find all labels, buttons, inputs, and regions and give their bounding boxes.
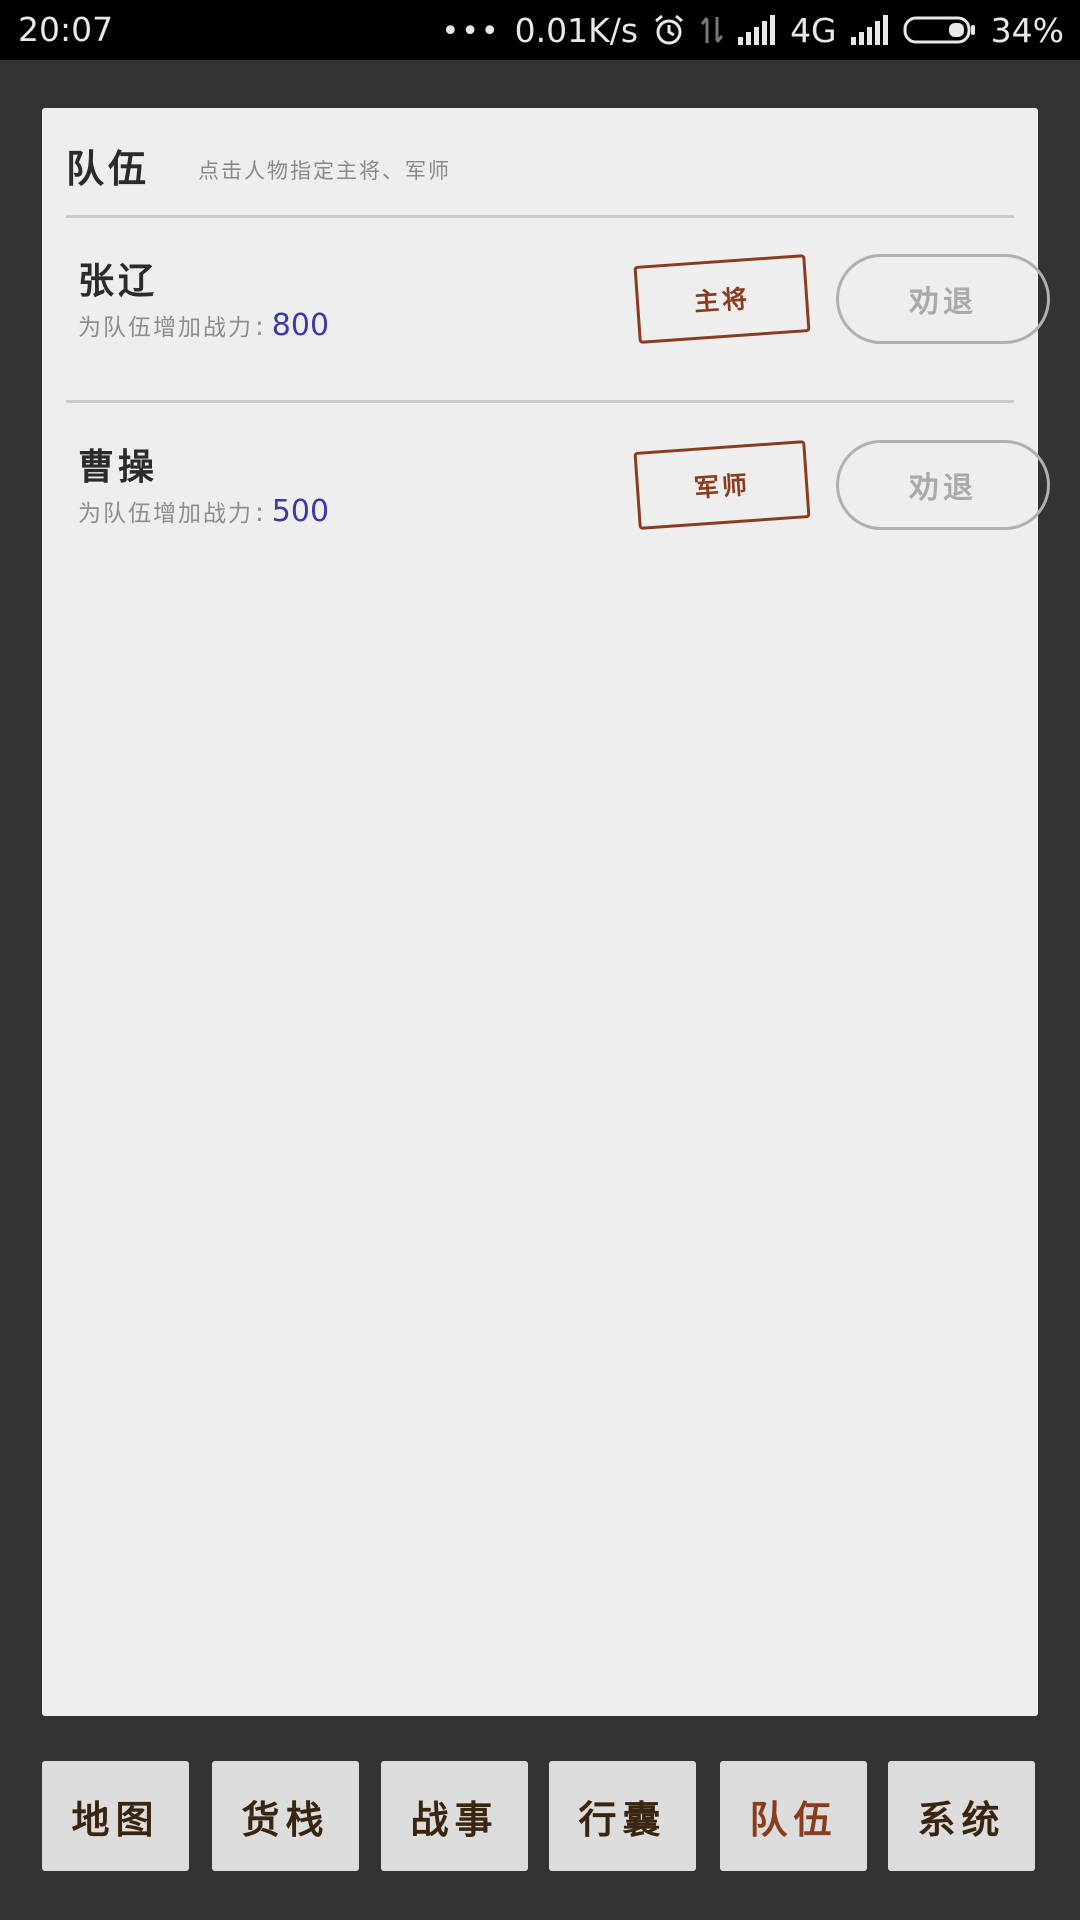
battery-icon bbox=[903, 15, 977, 45]
team-panel: 队伍 点击人物指定主将、军师 张辽 为队伍增加战力 : 800 主将 劝退 曹操… bbox=[42, 108, 1050, 1716]
dismiss-button[interactable]: 劝退 bbox=[836, 254, 1050, 344]
nav-map-button[interactable]: 地图 bbox=[42, 1761, 189, 1871]
signal-icon bbox=[850, 15, 889, 45]
status-time: 20:07 bbox=[18, 10, 114, 49]
nav-battle-button[interactable]: 战事 bbox=[381, 1761, 528, 1871]
team-member-row[interactable]: 张辽 为队伍增加战力 : 800 主将 劝退 bbox=[66, 252, 1050, 402]
page-title: 队伍 bbox=[66, 146, 151, 191]
status-indicators: ••• 0.01K/s 4G 34% bbox=[442, 0, 1064, 60]
power-value: 500 bbox=[271, 494, 330, 529]
alarm-icon bbox=[652, 13, 686, 47]
nav-bag-button[interactable]: 行囊 bbox=[549, 1761, 696, 1871]
signal-icon bbox=[738, 15, 776, 45]
team-header: 队伍 点击人物指定主将、军师 bbox=[66, 138, 1014, 191]
power-value: 800 bbox=[271, 308, 330, 343]
nav-store-button[interactable]: 货栈 bbox=[212, 1761, 359, 1871]
power-colon: : bbox=[255, 498, 264, 528]
general-stamp[interactable]: 主将 bbox=[633, 254, 811, 344]
battery-percent: 34% bbox=[990, 10, 1064, 50]
team-member-row[interactable]: 曹操 为队伍增加战力 : 500 军师 劝退 bbox=[66, 438, 1050, 588]
member-power: 为队伍增加战力 : 500 bbox=[78, 494, 329, 529]
member-name[interactable]: 张辽 bbox=[78, 252, 158, 304]
power-label: 为队伍增加战力 bbox=[78, 315, 253, 341]
dismiss-button[interactable]: 劝退 bbox=[836, 440, 1050, 530]
more-notifications-icon: ••• bbox=[441, 13, 501, 49]
nav-system-button[interactable]: 系统 bbox=[888, 1761, 1035, 1871]
status-bar: 20:07 ••• 0.01K/s 4G 34% bbox=[0, 0, 1080, 60]
member-power: 为队伍增加战力 : 800 bbox=[78, 308, 329, 343]
strategist-stamp[interactable]: 军师 bbox=[633, 440, 811, 530]
net-speed: 0.01K/s bbox=[514, 10, 639, 50]
bottom-nav: 地图 货栈 战事 行囊 队伍 系统 bbox=[42, 1761, 1038, 1871]
nav-team-button[interactable]: 队伍 bbox=[720, 1761, 867, 1871]
data-arrows-icon bbox=[700, 13, 724, 47]
page-subtitle: 点击人物指定主将、军师 bbox=[198, 159, 451, 183]
power-label: 为队伍增加战力 bbox=[78, 501, 253, 527]
power-colon: : bbox=[255, 312, 264, 342]
row-divider bbox=[66, 400, 1014, 403]
member-name[interactable]: 曹操 bbox=[78, 438, 158, 490]
header-divider bbox=[66, 215, 1014, 218]
network-type: 4G bbox=[790, 10, 837, 50]
